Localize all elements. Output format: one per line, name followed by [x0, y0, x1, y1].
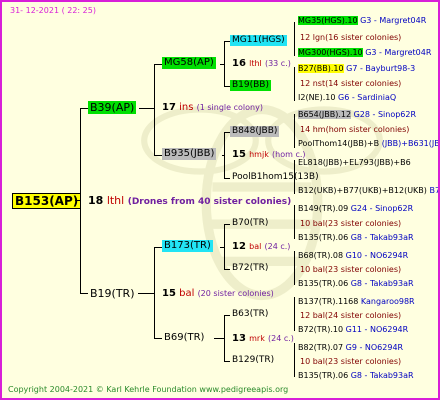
- gen4-4-father-line: B78(UKB): [429, 186, 440, 195]
- gen3-7[interactable]: B63(TR): [230, 309, 270, 320]
- gen2-fm-num: 12: [232, 241, 246, 252]
- gen4-7-mother: B137(TR).1168 Kangaroo98R: [298, 298, 415, 306]
- gen2-mf-num: 15: [232, 149, 246, 160]
- gen2-mf-info: 15 hmjk (hom c.): [232, 150, 306, 160]
- gen4-7-father: B72(TR).10 G11 - NO6294R: [298, 326, 408, 334]
- gen4-1-mother-line: G3 - Margret04R: [360, 16, 427, 25]
- gen2-mm-info: 16 lthl (33 c.): [232, 59, 291, 69]
- gen1-father-info: 15 bal (20 sister colonies): [162, 289, 274, 299]
- gen4-1-father-id[interactable]: MG300(HGS).10: [298, 48, 363, 57]
- gen4-1-mother: MG35(HGS).10 G3 - Margret04R: [298, 16, 427, 25]
- gen4-8-mother-id[interactable]: B82(TR).07: [298, 343, 343, 352]
- gen4-6-father-line: G8 - Takab93aR: [350, 279, 414, 288]
- gen4-5-father: B135(TR).06 G8 - Takab93aR: [298, 234, 414, 242]
- gen3-6[interactable]: B72(TR): [230, 263, 270, 274]
- gen4-7-mother-id[interactable]: B137(TR).1168: [298, 297, 358, 306]
- gen2-ff-abbr: mrk: [249, 334, 265, 343]
- gen4-2-mother-line: G7 - Bayburt98-3: [346, 64, 416, 73]
- gen4-4-father: B12(UKB)+B77(UKB)+B12(UKB) B78(UKB): [298, 186, 440, 195]
- gen4-6-father: B135(TR).06 G8 - Takab93aR: [298, 280, 414, 288]
- gen4-5-father-line: G8 - Takab93aR: [350, 233, 414, 242]
- gen4-3-father: PoolThom14(JBB)+B (JBB)+B631(JBB)+B: [298, 139, 440, 148]
- gen4-6-mother: B68(TR).08 G10 - NO6294R: [298, 252, 408, 260]
- root-note: (Drones from 40 sister colonies): [127, 197, 292, 207]
- gen4-4-mother: EL818(JBB)+EL793(JBB)+B6: [298, 159, 411, 167]
- gen4-3-mother-line: G28 - Sinop62R: [353, 110, 417, 119]
- gen4-6-mother-line: G10 - NO6294R: [345, 251, 409, 260]
- gen4-2-father: I2(NE).10 G6 - SardiniaQ: [298, 94, 396, 102]
- gen4-8-mother-line: G9 - NO6294R: [345, 343, 404, 352]
- gen3-8[interactable]: B129(TR): [230, 355, 276, 366]
- gen1-mother-info: 17 ins (1 single colony): [162, 103, 263, 113]
- gen2-ff-info: 13 mrk (24 c.): [232, 334, 294, 344]
- header-date: 31- 12-2021 ( 22: 25): [10, 6, 96, 15]
- gen4-5-drones: 10 bal(23 sister colonies): [300, 219, 402, 228]
- footer-copyright: Copyright 2004-2021 © Karl Kehrle Founda…: [8, 385, 289, 394]
- gen4-2-father-id[interactable]: I2(NE).10: [298, 93, 335, 102]
- gen4-3-father-id[interactable]: PoolThom14(JBB)+B: [298, 139, 379, 148]
- gen2-fm-abbr: bal: [249, 242, 262, 251]
- gen2-mm-num: 16: [232, 58, 246, 69]
- gen3-5[interactable]: B70(TR): [230, 218, 270, 229]
- gen4-8-father: B135(TR).06 G8 - Takab93aR: [298, 372, 414, 380]
- gen4-2-drones: 12 nst(14 sister colonies): [300, 79, 402, 88]
- gen4-3-mother: B654(JBB).12 G28 - Sinop62R: [298, 110, 417, 119]
- gen1-father-note: (20 sister colonies): [197, 289, 274, 298]
- gen4-8-father-line: G8 - Takab93aR: [350, 371, 414, 380]
- gen1-father[interactable]: B19(TR): [88, 287, 137, 300]
- gen4-5-mother-line: G24 - Sinop62R: [350, 204, 414, 213]
- gen3-4[interactable]: PoolB1hom15(13B): [230, 172, 321, 183]
- gen2-fm-note: (24 c.): [264, 242, 291, 251]
- gen4-5-mother: B149(TR).09 G24 - Sinop62R: [298, 205, 413, 213]
- gen4-8-father-id[interactable]: B135(TR).06: [298, 371, 348, 380]
- gen4-7-mother-line: Kangaroo98R: [360, 297, 415, 306]
- gen2-mf-abbr: hmjk: [249, 150, 269, 159]
- gen4-7-father-line: G11 - NO6294R: [345, 325, 409, 334]
- gen4-4-mother-id[interactable]: EL818(JBB)+EL793(JBB)+B6: [298, 158, 411, 167]
- gen4-1-drones: 12 lgn(16 sister colonies): [300, 33, 402, 42]
- gen1-mother[interactable]: B39(AP): [88, 101, 137, 114]
- gen4-1-father: MG300(HGS).10 G3 - Margret04R: [298, 48, 432, 57]
- gen4-3-drones: 14 hm(hom sister colonies): [300, 125, 410, 134]
- gen4-7-drones: 12 bal(24 sister colonies): [300, 311, 402, 320]
- gen2-ff[interactable]: B69(TR): [162, 332, 206, 344]
- gen4-4-father-id[interactable]: B12(UKB)+B77(UKB)+B12(UKB): [298, 186, 427, 195]
- gen2-ff-note: (24 c.): [268, 334, 294, 343]
- gen4-3-father-line: (JBB)+B631(JBB)+B: [381, 139, 440, 148]
- gen2-mm[interactable]: MG58(AP): [162, 57, 216, 69]
- gen4-1-mother-id[interactable]: MG35(HGS).10: [298, 16, 358, 25]
- gen2-mm-note: (33 c.): [264, 59, 291, 68]
- gen4-6-mother-id[interactable]: B68(TR).08: [298, 251, 343, 260]
- root-num: 18: [88, 194, 104, 207]
- gen4-8-drones: 10 bal(23 sister colonies): [300, 357, 402, 366]
- gen1-mother-num: 17: [162, 102, 176, 113]
- gen2-fm[interactable]: B173(TR): [162, 240, 213, 252]
- gen3-3[interactable]: B848(JBB): [230, 126, 280, 137]
- gen1-mother-note: (1 single colony): [196, 103, 263, 112]
- gen1-father-abbr: bal: [179, 288, 195, 299]
- gen4-8-mother: B82(TR).07 G9 - NO6294R: [298, 344, 403, 352]
- gen2-mm-abbr: lthl: [249, 59, 262, 68]
- root-queen[interactable]: B153(AP): [12, 193, 82, 209]
- gen4-2-mother: B27(BB).10 G7 - Bayburt98-3: [298, 64, 416, 73]
- gen4-5-mother-id[interactable]: B149(TR).09: [298, 204, 348, 213]
- gen1-mother-abbr: ins: [179, 102, 194, 113]
- gen1-father-num: 15: [162, 288, 176, 299]
- gen4-6-drones: 10 bal(23 sister colonies): [300, 265, 402, 274]
- gen4-2-father-line: G6 - SardiniaQ: [338, 93, 397, 102]
- gen4-3-mother-id[interactable]: B654(JBB).12: [298, 110, 352, 119]
- gen2-fm-info: 12 bal (24 c.): [232, 242, 290, 252]
- gen4-7-father-id[interactable]: B72(TR).10: [298, 325, 343, 334]
- gen4-2-mother-id[interactable]: B27(BB).10: [298, 64, 344, 73]
- gen3-1[interactable]: MG11(HGS): [230, 35, 287, 46]
- pedigree-frame: 31- 12-2021 ( 22: 25) B153(AP) 18 lthl (…: [0, 0, 440, 400]
- gen4-5-father-id[interactable]: B135(TR).06: [298, 233, 348, 242]
- gen4-6-father-id[interactable]: B135(TR).06: [298, 279, 348, 288]
- root-drone-info: 18 lthl (Drones from 40 sister colonies): [88, 195, 291, 207]
- gen3-2[interactable]: B19(BB): [230, 80, 271, 91]
- gen4-1-father-line: G3 - Margret04R: [365, 48, 432, 57]
- root-abbr: lthl: [106, 194, 125, 207]
- gen2-mf[interactable]: B935(JBB): [162, 148, 217, 160]
- gen2-ff-num: 13: [232, 333, 246, 344]
